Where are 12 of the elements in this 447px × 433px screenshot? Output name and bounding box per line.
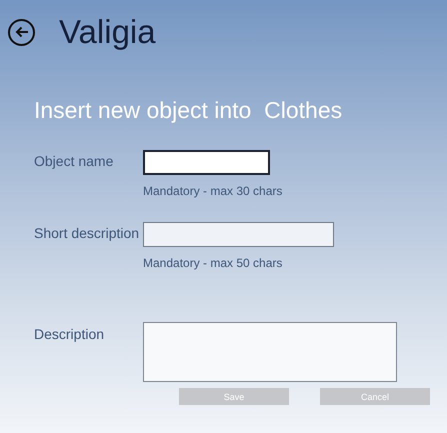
field-label: Short description	[33, 224, 140, 243]
form-heading: Insert new object into Clothes	[34, 96, 344, 124]
field-hint: Mandatory - max 30 chars	[143, 184, 282, 198]
input-field[interactable]	[143, 222, 334, 247]
back-arrow-icon	[14, 26, 28, 38]
page-title: Valigia	[59, 14, 156, 50]
back-button[interactable]	[8, 18, 35, 46]
field-label: Object name	[33, 152, 114, 171]
field-label: Description	[33, 325, 106, 344]
input-field[interactable]	[143, 150, 270, 175]
field-hint: Mandatory - max 50 chars	[143, 256, 284, 270]
text-area[interactable]	[143, 322, 397, 382]
